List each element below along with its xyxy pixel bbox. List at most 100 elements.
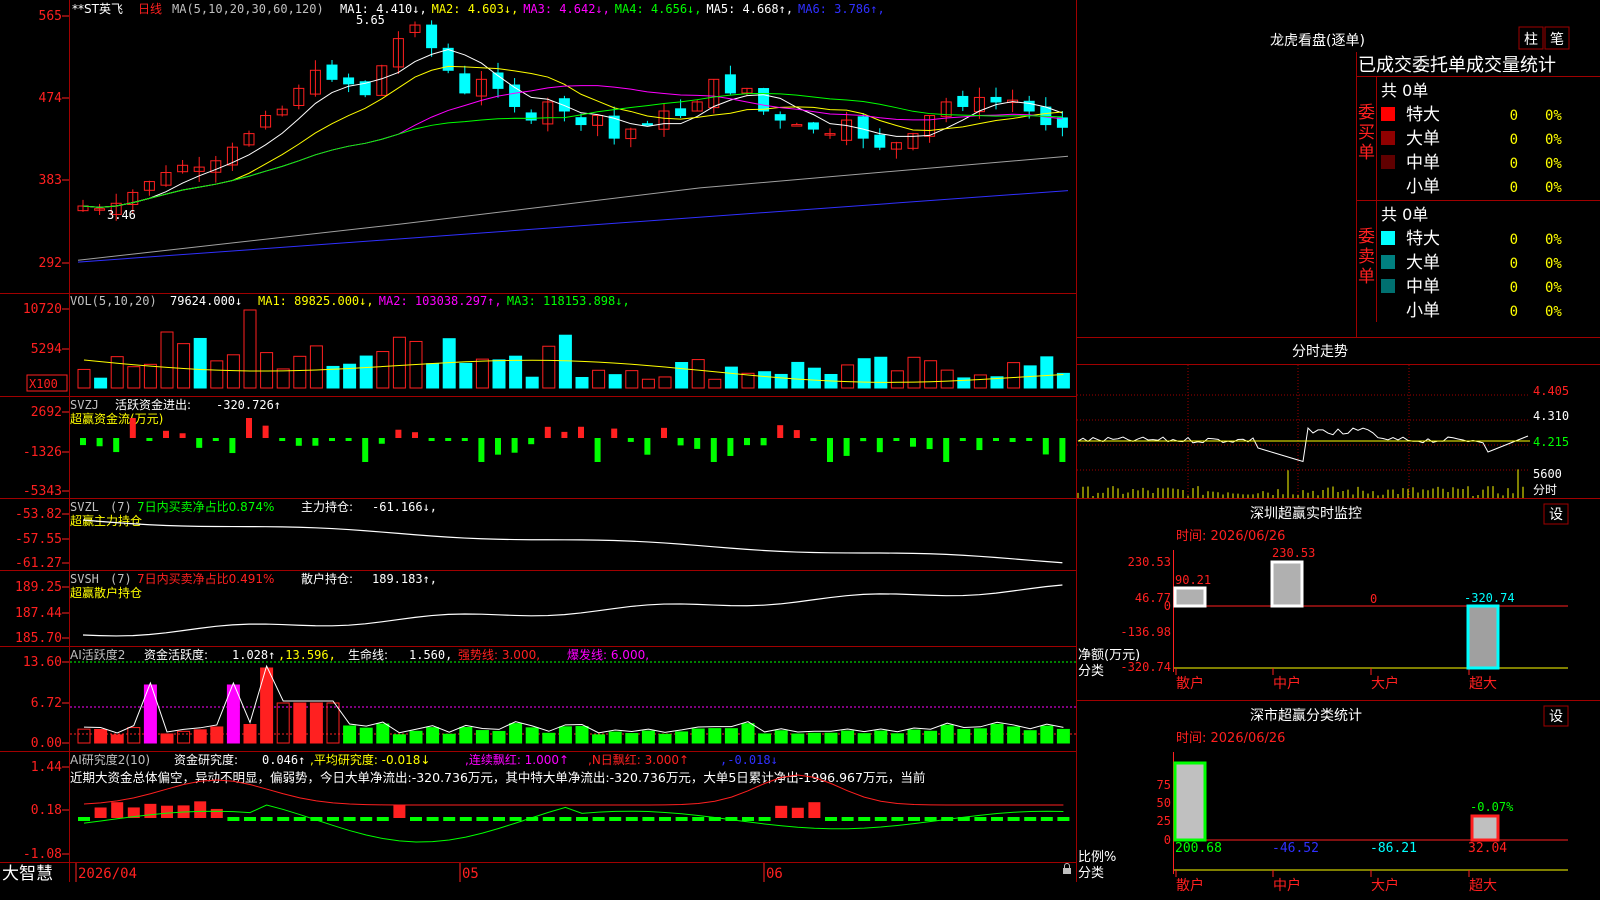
flow-bar[interactable]	[1009, 438, 1016, 442]
volume-bar[interactable]	[177, 343, 191, 389]
flow-bar[interactable]	[910, 438, 916, 447]
research-bar[interactable]	[1007, 817, 1020, 821]
activity-bar[interactable]	[475, 730, 489, 744]
activity-bar[interactable]	[708, 728, 722, 744]
volume-bar[interactable]	[973, 374, 987, 389]
flow-bar[interactable]	[594, 438, 601, 462]
flow-bar[interactable]	[262, 425, 269, 438]
flow-bar[interactable]	[627, 438, 634, 442]
flow-bar[interactable]	[196, 438, 203, 448]
research-bar[interactable]	[642, 817, 655, 821]
flow-bar[interactable]	[926, 438, 933, 450]
research-bar[interactable]	[244, 817, 256, 821]
research-bar[interactable]	[659, 817, 671, 821]
research-bar[interactable]	[260, 817, 273, 821]
volume-bar[interactable]	[774, 373, 788, 389]
research-bar[interactable]	[675, 817, 688, 821]
flow-bar[interactable]	[561, 431, 568, 438]
activity-bar[interactable]	[193, 729, 207, 744]
activity-bar[interactable]	[857, 733, 871, 744]
activity-bar[interactable]	[1056, 728, 1070, 744]
activity-bar[interactable]	[1023, 730, 1037, 744]
research-bar[interactable]	[1040, 817, 1053, 821]
volume-bar[interactable]	[442, 338, 456, 389]
activity-bar[interactable]	[309, 702, 323, 744]
volume-bar[interactable]	[94, 377, 108, 389]
activity-bar[interactable]	[658, 733, 672, 744]
volume-bar[interactable]	[127, 366, 141, 389]
activity-bar[interactable]	[741, 723, 755, 744]
chart-canvas[interactable]: 565 474 383 292 **ST英飞 日线 MA(5,10,20,30,60,…	[0, 0, 1600, 900]
volume-bar[interactable]	[625, 370, 639, 389]
volume-bar[interactable]	[1007, 362, 1021, 389]
volume-bar[interactable]	[608, 374, 622, 389]
activity-bar[interactable]	[625, 733, 639, 744]
flow-bar[interactable]	[760, 438, 767, 446]
flow-bar[interactable]	[395, 429, 402, 438]
candle-body[interactable]	[575, 117, 587, 126]
volume-bar[interactable]	[210, 360, 224, 389]
classify-bar[interactable]	[1173, 761, 1207, 842]
volume-bar[interactable]	[724, 366, 738, 389]
research-bar[interactable]	[542, 817, 555, 821]
research-bar[interactable]	[360, 817, 373, 821]
flow-bar[interactable]	[113, 438, 120, 453]
candle-body[interactable]	[758, 88, 770, 112]
candle-body[interactable]	[558, 98, 570, 112]
research-bar[interactable]	[692, 817, 705, 821]
flow-bar[interactable]	[1059, 438, 1066, 462]
research-bar[interactable]	[625, 817, 638, 821]
volume-bar[interactable]	[110, 356, 124, 389]
flow-bar[interactable]	[611, 428, 618, 438]
candle-body[interactable]	[675, 108, 687, 117]
ai1-plot[interactable]	[70, 661, 1076, 744]
candle-body[interactable]	[426, 24, 438, 49]
research-bar[interactable]	[227, 817, 240, 821]
activity-bar[interactable]	[243, 724, 257, 744]
research-bar[interactable]	[493, 817, 505, 821]
flow-bar[interactable]	[428, 438, 435, 441]
candle-body[interactable]	[990, 96, 1002, 103]
flow-bar[interactable]	[378, 438, 385, 444]
activity-bar[interactable]	[276, 702, 290, 744]
flow-bar[interactable]	[179, 433, 186, 438]
research-bar[interactable]	[974, 817, 987, 821]
flow-bar[interactable]	[993, 438, 999, 441]
candle-body[interactable]	[957, 95, 969, 107]
activity-bar[interactable]	[973, 728, 987, 744]
research-bar[interactable]	[94, 807, 107, 818]
volume-bar[interactable]	[857, 358, 871, 389]
activity-bar[interactable]	[442, 733, 456, 744]
research-bar[interactable]	[476, 817, 489, 821]
research-bar[interactable]	[858, 817, 871, 821]
volume-bar[interactable]	[940, 369, 954, 389]
research-bar[interactable]	[559, 817, 572, 821]
flow-bar[interactable]	[345, 438, 352, 441]
flow-bar[interactable]	[1042, 438, 1049, 455]
volume-bar[interactable]	[907, 356, 921, 389]
volume-bar[interactable]	[807, 367, 821, 389]
period-label[interactable]: 日线	[138, 2, 162, 16]
activity-bar[interactable]	[343, 725, 357, 744]
research-bar[interactable]	[376, 817, 389, 821]
flow-bar[interactable]	[744, 438, 750, 446]
flow-bar[interactable]	[329, 438, 335, 441]
flow-bar[interactable]	[163, 430, 169, 438]
monitor-bar[interactable]	[1466, 604, 1500, 670]
flow-bar[interactable]	[710, 438, 717, 462]
flow-bar[interactable]	[694, 438, 701, 449]
flow-bar[interactable]	[362, 438, 369, 462]
intraday-chart[interactable]: 4.405 4.310 4.215 5600 分时	[1077, 365, 1569, 498]
flow-bar[interactable]	[644, 438, 651, 455]
research-bar[interactable]	[161, 805, 173, 818]
volume-bar[interactable]	[542, 345, 556, 389]
activity-bar[interactable]	[542, 732, 556, 744]
volume-bar[interactable]	[658, 376, 672, 389]
volume-bar[interactable]	[260, 352, 274, 389]
candle-body[interactable]	[641, 123, 653, 126]
activity-bar[interactable]	[575, 726, 589, 744]
research-bar[interactable]	[609, 817, 622, 821]
volume-bar[interactable]	[359, 355, 373, 389]
flow-bar[interactable]	[727, 438, 734, 456]
volume-bar[interactable]	[758, 371, 772, 389]
